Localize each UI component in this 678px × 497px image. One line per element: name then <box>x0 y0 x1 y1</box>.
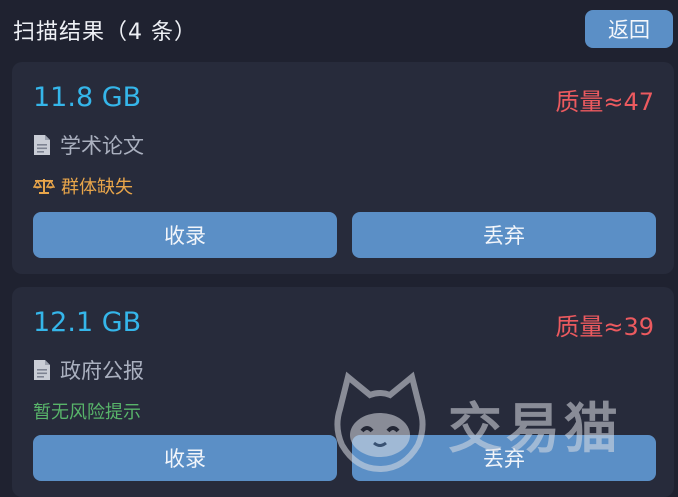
header: 扫描结果（4 条） 返回 <box>0 0 678 60</box>
file-size: 11.8 GB <box>33 82 142 113</box>
document-icon <box>33 134 51 156</box>
result-card: 12.1 GB 质量≈39 政府公报 暂无风险提示 收录 丢弃 <box>12 287 674 497</box>
file-size: 12.1 GB <box>33 307 142 338</box>
page-title: 扫描结果（4 条） <box>13 20 197 45</box>
quality-score: 质量≈47 <box>555 88 654 116</box>
include-button[interactable]: 收录 <box>33 435 337 481</box>
content-type-label: 学术论文 <box>60 134 144 158</box>
discard-button[interactable]: 丢弃 <box>352 435 656 481</box>
scale-icon <box>32 177 56 195</box>
risk-label: 群体缺失 <box>61 177 133 198</box>
discard-button[interactable]: 丢弃 <box>352 212 656 258</box>
content-type-row: 政府公报 <box>33 355 144 385</box>
include-button[interactable]: 收录 <box>33 212 337 258</box>
risk-row: 暂无风险提示 <box>33 398 141 424</box>
risk-row: 群体缺失 <box>32 173 133 199</box>
result-card: 11.8 GB 质量≈47 学术论文 群体缺失 收录 丢弃 <box>12 62 674 274</box>
document-icon <box>33 359 51 381</box>
risk-label: 暂无风险提示 <box>33 402 141 423</box>
quality-score: 质量≈39 <box>555 313 654 341</box>
back-button[interactable]: 返回 <box>585 10 673 48</box>
content-type-label: 政府公报 <box>60 359 144 383</box>
content-type-row: 学术论文 <box>33 130 144 160</box>
